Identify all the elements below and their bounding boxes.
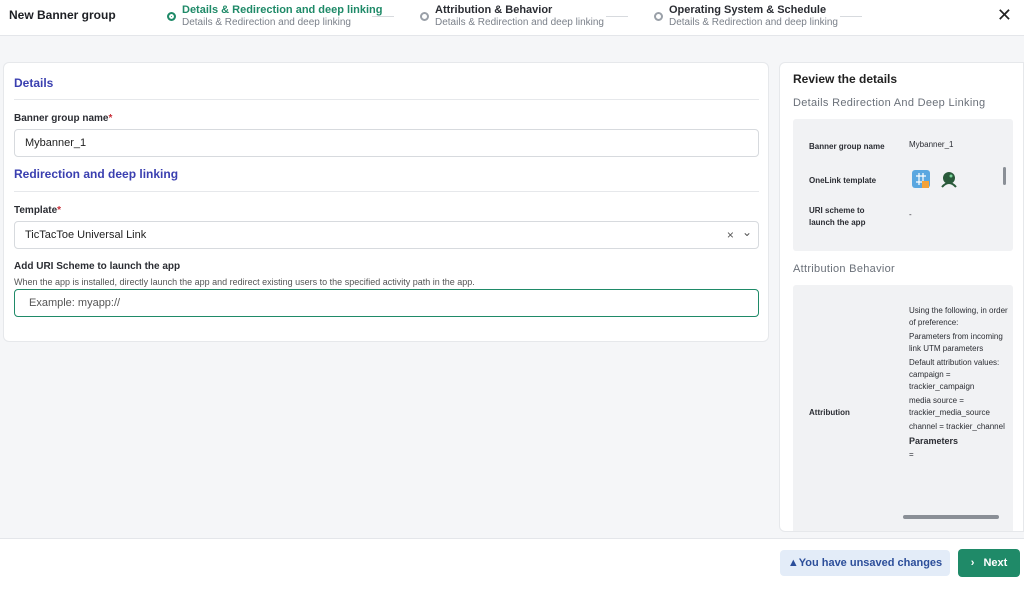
review-section-attribution: Attribution Behavior [793,263,895,275]
review-title: Review the details [793,72,898,86]
unsaved-changes-badge[interactable]: ▲You have unsaved changes [780,550,950,576]
step-active-dot-icon [167,12,176,21]
horizontal-scrollbar[interactable] [903,515,999,519]
section-divider [14,99,759,100]
step-title: Details & Redirection and deep linking [182,4,383,16]
clear-icon[interactable]: × [727,222,734,248]
required-mark: * [57,205,62,216]
close-icon[interactable]: ✕ [997,6,1012,24]
bottom-bar: ▲You have unsaved changes › Next [0,538,1024,591]
step-subtitle: Details & Redirection and deep linking [435,17,604,28]
attribution-line: = [909,450,914,459]
redirect-section-title: Redirection and deep linking [14,167,179,181]
uri-scheme-input[interactable]: Example: myapp:// [14,289,759,317]
attribution-line: Parameters from incoming link UTM parame… [909,332,1003,353]
review-panel: Review the details Details Redirection A… [779,62,1024,532]
uri-scheme-help: When the app is installed, directly laun… [14,277,475,287]
chevron-right-icon: › [970,557,975,569]
attribution-line: Parameters [909,436,959,446]
review-key: Banner group name [809,142,885,151]
step-subtitle: Details & Redirection and deep linking [669,17,838,28]
step-title: Operating System & Schedule [669,4,827,16]
section-divider [14,191,759,192]
attribution-lines: Using the following, in order of prefere… [909,305,1009,463]
review-key: Attribution [809,408,850,417]
next-button[interactable]: › Next [958,549,1020,577]
step-dot-icon [654,12,663,21]
step-dot-icon [420,12,429,21]
step-title: Attribution & Behavior [435,4,553,16]
banner-name-label: Banner group name* [14,113,113,124]
next-label: Next [983,557,1008,569]
review-value: - [909,210,912,219]
app-title: New Banner group [9,8,116,22]
uri-scheme-label: Add URI Scheme to launch the app [14,261,181,272]
review-value: Mybanner_1 [909,140,954,149]
app-logo-icon [941,172,957,188]
template-label: Template* [14,205,62,216]
top-bar: New Banner group Details & Redirection a… [0,0,1024,36]
review-section-details: Details Redirection And Deep Linking [793,97,986,109]
tictactoe-app-icon [912,170,930,188]
step-divider [372,16,394,17]
vertical-scrollbar[interactable] [1003,167,1006,185]
step-subtitle: Details & Redirection and deep linking [182,17,351,28]
attribution-line: Default attribution values: campaign = t… [909,358,1000,391]
review-key: URI scheme to launch the app [809,206,866,227]
attribution-line: channel = trackier_channel [909,422,1005,431]
review-details-box: Banner group name Mybanner_1 OneLink tem… [793,119,1013,251]
step-divider [840,16,862,17]
review-attribution-box: Attribution Using the following, in orde… [793,285,1013,531]
attribution-line: media source = trackier_media_source [909,396,990,417]
review-key: OneLink template [809,176,877,185]
step-divider [606,16,628,17]
details-card: Details Banner group name* Mybanner_1 Re… [3,62,769,342]
attribution-line: Using the following, in order of prefere… [909,306,1008,327]
details-section-title: Details [14,76,54,90]
chevron-down-icon[interactable]: ⌄ [742,219,752,245]
banner-name-input[interactable]: Mybanner_1 [14,129,759,157]
required-mark: * [108,113,113,124]
template-select[interactable]: TicTacToe Universal Link × ⌄ [14,221,759,249]
